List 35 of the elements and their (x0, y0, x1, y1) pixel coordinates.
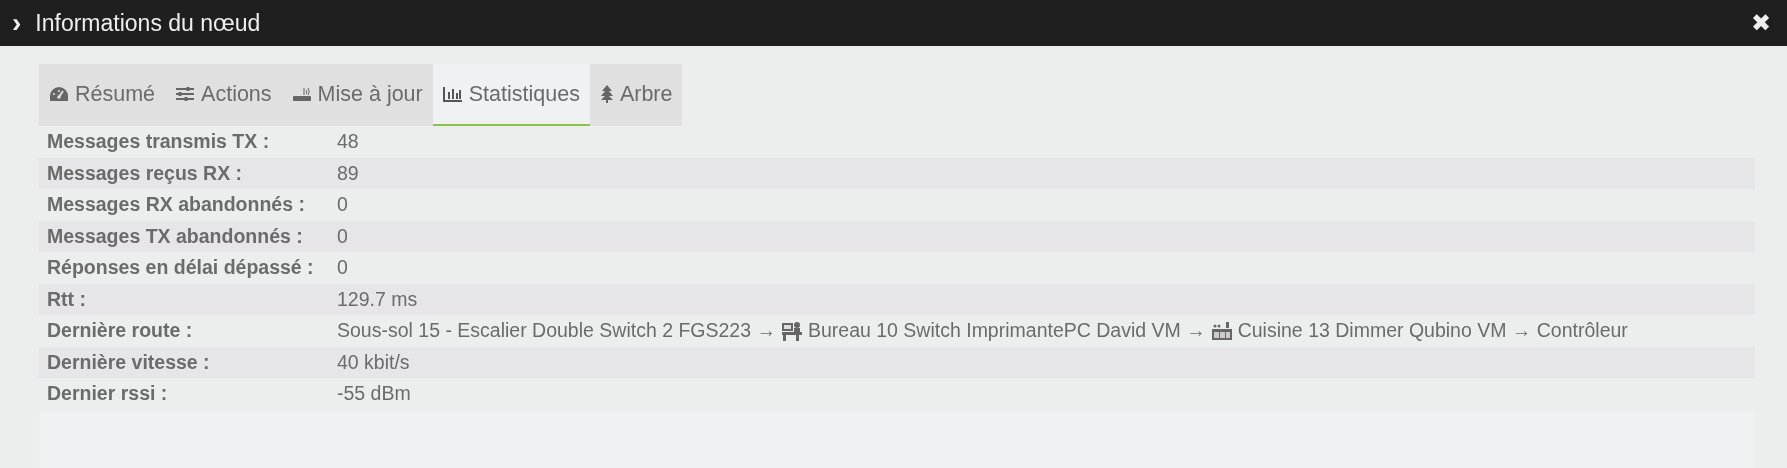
gauge-icon (49, 86, 69, 102)
route-hop: Bureau 10 Switch ImprimantePC David VM → (807, 319, 1206, 343)
stat-label: Messages transmis TX : (46, 130, 271, 154)
tab[interactable]: Statistiques (432, 64, 590, 126)
stat-value: 0 (337, 224, 348, 248)
bar-chart-icon (442, 86, 463, 102)
tab[interactable]: Actions (165, 64, 282, 126)
stat-label: Dernière route : (46, 319, 194, 343)
stat-label: Dernier rssi : (46, 382, 169, 406)
kitchen-stove-icon (1210, 320, 1233, 341)
window-title: Informations du nœud (35, 9, 262, 37)
stat-value: -55 dBm (337, 382, 411, 406)
tab[interactable]: Résumé (39, 64, 166, 126)
close-button[interactable]: ✖ (1746, 9, 1775, 37)
office-desk-icon (780, 320, 803, 341)
stat-label: Messages TX abandonnés : (46, 224, 304, 248)
stat-label: Rtt : (46, 287, 87, 311)
stat-value: 89 (337, 161, 359, 185)
sliders-icon (175, 86, 196, 102)
tab[interactable]: Mise à jour (281, 64, 433, 126)
stat-value: 129.7 ms (337, 287, 418, 311)
stat-label: Messages reçus RX : (46, 161, 244, 185)
stat-value: 48 (337, 130, 359, 154)
tab[interactable]: Arbre (589, 64, 683, 126)
stat-value: 0 (337, 193, 348, 217)
stat-value: 0 (337, 256, 348, 280)
router-icon (291, 86, 312, 102)
route-hop: Sous-sol 15 - Escalier Double Switch 2 FGS223 → (337, 319, 776, 343)
expand-icon[interactable]: › (12, 9, 22, 37)
stat-value: 40 kbit/s (337, 350, 410, 374)
route-hop: Cuisine 13 Dimmer Qubino VM → Contrôleur (1237, 319, 1628, 343)
stat-label: Messages RX abandonnés : (46, 193, 306, 217)
stat-label: Dernière vitesse : (46, 350, 211, 374)
tree-icon (599, 85, 614, 103)
stat-label: Réponses en délai dépassé : (46, 256, 315, 280)
